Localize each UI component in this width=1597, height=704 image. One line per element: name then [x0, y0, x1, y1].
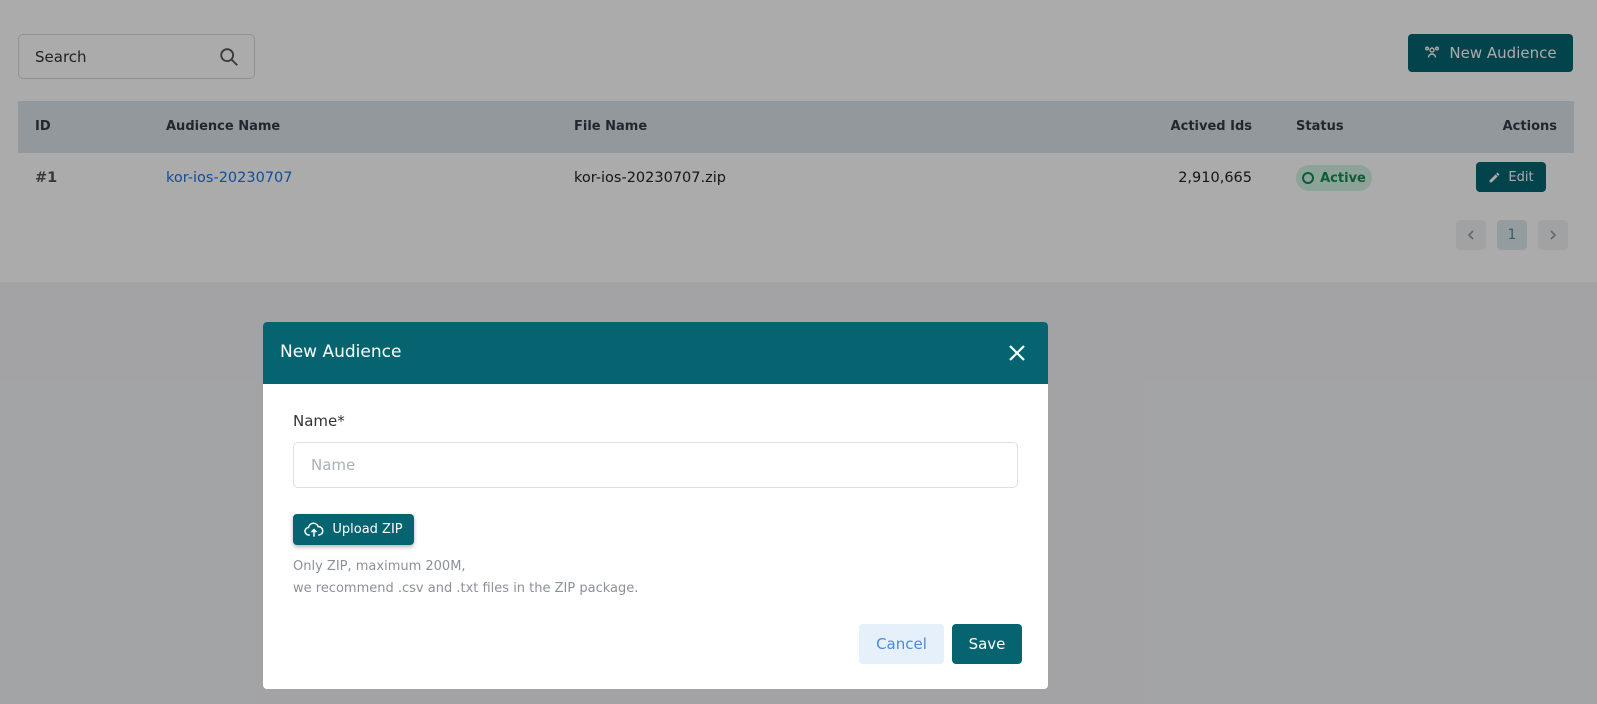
name-field-label: Name*	[293, 412, 345, 430]
new-audience-dialog: New Audience Name* Upload ZIP Only ZIP, …	[263, 322, 1048, 689]
dialog-title: New Audience	[280, 342, 402, 362]
upload-zip-label: Upload ZIP	[332, 522, 403, 537]
cloud-upload-icon	[304, 522, 324, 537]
save-button[interactable]: Save	[952, 624, 1022, 664]
name-input[interactable]	[293, 442, 1018, 488]
cancel-button[interactable]: Cancel	[859, 624, 944, 664]
upload-hint-line-1: Only ZIP, maximum 200M,	[293, 559, 466, 574]
upload-hint-line-2: we recommend .csv and .txt files in the …	[293, 581, 639, 596]
dialog-header: New Audience	[263, 322, 1048, 384]
close-icon[interactable]	[1005, 341, 1029, 365]
upload-zip-button[interactable]: Upload ZIP	[293, 514, 414, 545]
